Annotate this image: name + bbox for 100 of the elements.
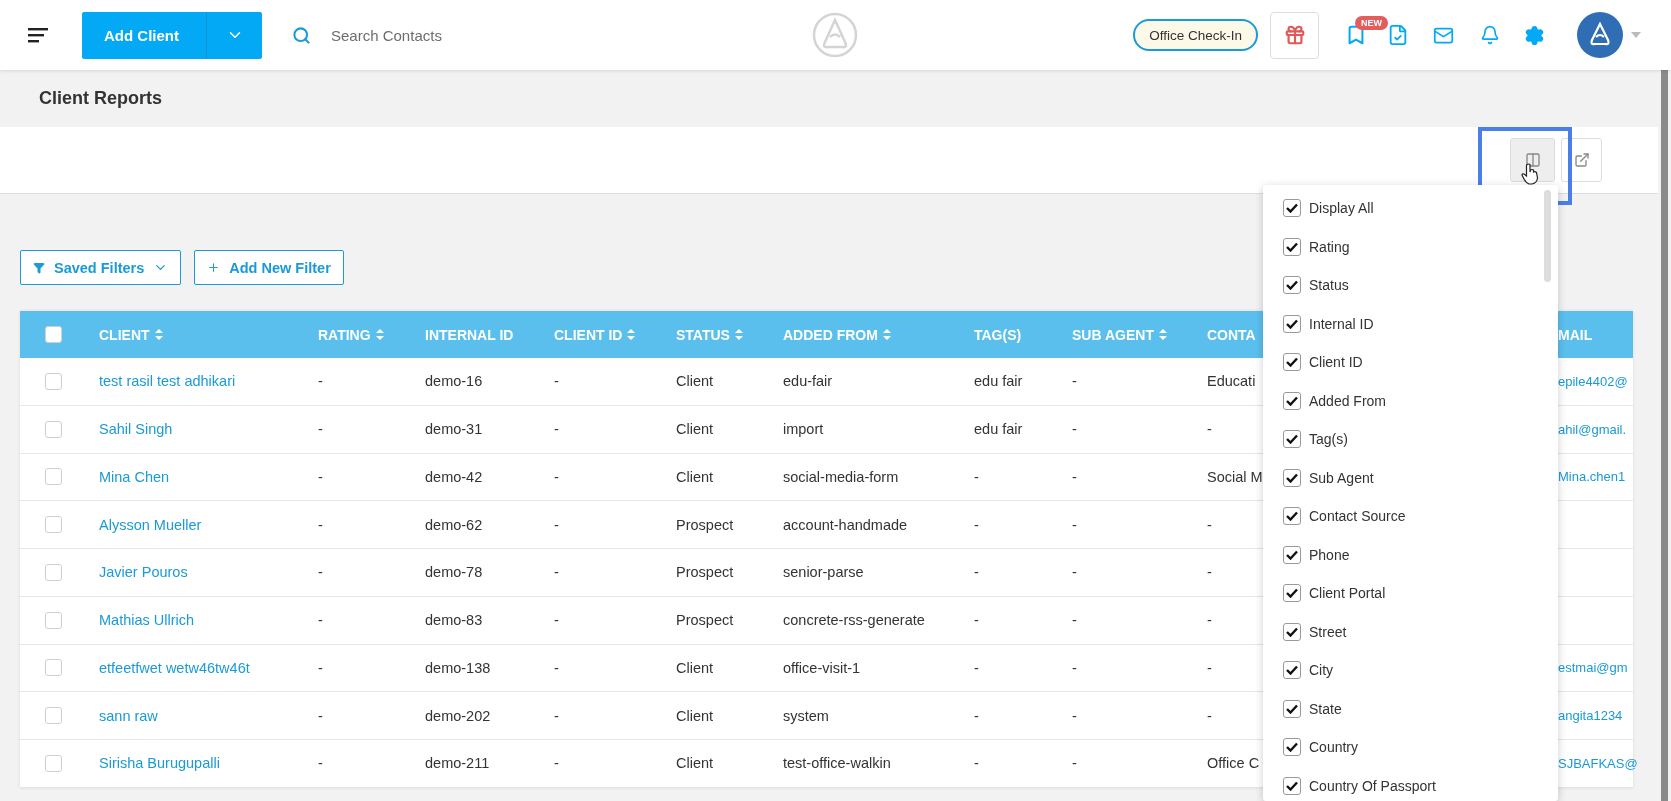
column-option[interactable]: Country <box>1283 728 1558 767</box>
table-cell-text: - <box>554 373 560 390</box>
table-cell: Social M <box>1207 468 1263 485</box>
option-checkbox[interactable] <box>1283 430 1301 449</box>
gift-button[interactable] <box>1270 11 1319 59</box>
row-checkbox[interactable] <box>45 468 62 486</box>
sort-icon[interactable] <box>882 329 891 340</box>
table-cell-text: - <box>1072 612 1078 629</box>
option-checkbox[interactable] <box>1283 314 1301 333</box>
table-cell-text: - <box>974 564 980 581</box>
table-cell-text: - <box>1207 564 1213 581</box>
column-option[interactable]: Internal ID <box>1283 304 1558 343</box>
option-checkbox[interactable] <box>1283 507 1301 526</box>
table-cell-text: demo-42 <box>425 468 484 485</box>
row-checkbox[interactable] <box>45 516 62 534</box>
table-cell-text: - <box>318 659 324 676</box>
option-checkbox[interactable] <box>1283 199 1301 218</box>
table-cell-text: Client <box>676 707 715 724</box>
table-link[interactable]: Sahil Singh <box>99 421 318 438</box>
column-header[interactable]: ADDED FROM <box>783 326 878 343</box>
option-checkbox[interactable] <box>1283 276 1301 295</box>
sort-icon[interactable] <box>154 329 163 340</box>
column-header[interactable]: CLIENT ID <box>554 326 623 343</box>
table-cell-text: - <box>554 564 560 581</box>
table-cell-text: - <box>318 468 324 485</box>
column-header[interactable]: CLIENT <box>99 326 150 343</box>
table-link[interactable]: Mina Chen <box>99 468 318 485</box>
table-link[interactable]: Javier Pouros <box>99 564 318 581</box>
document-check-icon[interactable] <box>1387 24 1409 46</box>
column-option[interactable]: Status <box>1283 266 1558 305</box>
column-option[interactable]: Added From <box>1283 381 1558 420</box>
page-title: Client Reports <box>39 88 162 109</box>
table-link[interactable]: Mina.chen1 <box>1558 469 1633 485</box>
option-checkbox[interactable] <box>1283 776 1301 795</box>
column-option[interactable]: Rating <box>1283 227 1558 266</box>
column-header[interactable]: RATING <box>318 326 371 343</box>
menu-icon[interactable] <box>28 27 50 43</box>
select-all-checkbox[interactable] <box>45 326 62 343</box>
table-link[interactable]: ahil@gmail. <box>1558 421 1633 437</box>
table-link[interactable]: sann raw <box>99 707 318 724</box>
row-checkbox[interactable] <box>45 611 62 629</box>
option-checkbox[interactable] <box>1283 661 1301 680</box>
avatar[interactable] <box>1577 12 1623 58</box>
saved-filters-button[interactable]: Saved Filters <box>20 250 182 285</box>
option-label: Street <box>1309 623 1347 640</box>
search-icon[interactable] <box>292 25 311 45</box>
table-cell-text: - <box>974 755 980 772</box>
row-checkbox[interactable] <box>45 372 62 390</box>
column-option[interactable]: Sub Agent <box>1283 458 1558 497</box>
column-option[interactable]: Display All <box>1283 189 1558 228</box>
bell-icon[interactable] <box>1480 25 1500 45</box>
row-checkbox[interactable] <box>45 420 62 438</box>
columns-button[interactable] <box>1510 138 1555 182</box>
column-option[interactable]: Contact Source <box>1283 497 1558 536</box>
table-link[interactable]: epile4402@ <box>1558 373 1633 389</box>
option-checkbox[interactable] <box>1283 622 1301 641</box>
table-link[interactable]: etfeetfwet wetw46tw46t <box>99 659 318 676</box>
row-checkbox[interactable] <box>45 659 62 677</box>
column-option[interactable]: Tag(s) <box>1283 420 1558 459</box>
table-cell-text: system <box>783 707 830 724</box>
sort-icon[interactable] <box>1158 329 1167 340</box>
row-checkbox[interactable] <box>45 754 62 772</box>
row-checkbox[interactable] <box>45 563 62 581</box>
sort-icon[interactable] <box>627 329 636 340</box>
export-button[interactable] <box>1561 138 1602 182</box>
column-option[interactable]: Country Of Passport <box>1283 766 1558 801</box>
caret-icon[interactable] <box>1631 32 1641 38</box>
option-checkbox[interactable] <box>1283 353 1301 372</box>
table-cell-text: - <box>1207 659 1213 676</box>
column-option[interactable]: Phone <box>1283 535 1558 574</box>
column-header[interactable]: SUB AGENT <box>1072 326 1154 343</box>
option-checkbox[interactable] <box>1283 237 1301 256</box>
column-option[interactable]: State <box>1283 689 1558 728</box>
menu-scrollbar[interactable] <box>1544 190 1551 282</box>
column-option[interactable]: Street <box>1283 612 1558 651</box>
settings-icon[interactable] <box>1524 24 1545 46</box>
table-link[interactable]: Alysson Mueller <box>99 516 318 533</box>
column-option[interactable]: Client Portal <box>1283 574 1558 613</box>
option-checkbox[interactable] <box>1283 738 1301 757</box>
table-link[interactable]: Mathias Ullrich <box>99 612 318 629</box>
option-checkbox[interactable] <box>1283 391 1301 410</box>
table-link[interactable]: Sirisha Burugupalli <box>99 755 318 772</box>
option-checkbox[interactable] <box>1283 545 1301 564</box>
table-link[interactable]: angita1234 <box>1558 708 1633 724</box>
column-option[interactable]: City <box>1283 651 1558 690</box>
row-checkbox[interactable] <box>45 707 62 725</box>
sort-icon[interactable] <box>734 329 743 340</box>
sort-icon[interactable] <box>375 329 384 340</box>
table-link[interactable]: estmai@gm <box>1558 660 1633 676</box>
office-check-in-button[interactable]: Office Check-In <box>1133 19 1258 51</box>
option-checkbox[interactable] <box>1283 584 1301 603</box>
column-header[interactable]: STATUS <box>676 326 730 343</box>
table-link[interactable]: test rasil test adhikari <box>99 373 318 390</box>
add-client-dropdown-button[interactable] <box>206 11 262 59</box>
column-option[interactable]: Client ID <box>1283 343 1558 382</box>
option-checkbox[interactable] <box>1283 468 1301 487</box>
column-header: CONTA <box>1207 326 1256 343</box>
add-new-filter-button[interactable]: Add New Filter <box>194 250 344 285</box>
option-checkbox[interactable] <box>1283 699 1301 718</box>
scrollbar-thumb[interactable] <box>1661 70 1668 801</box>
